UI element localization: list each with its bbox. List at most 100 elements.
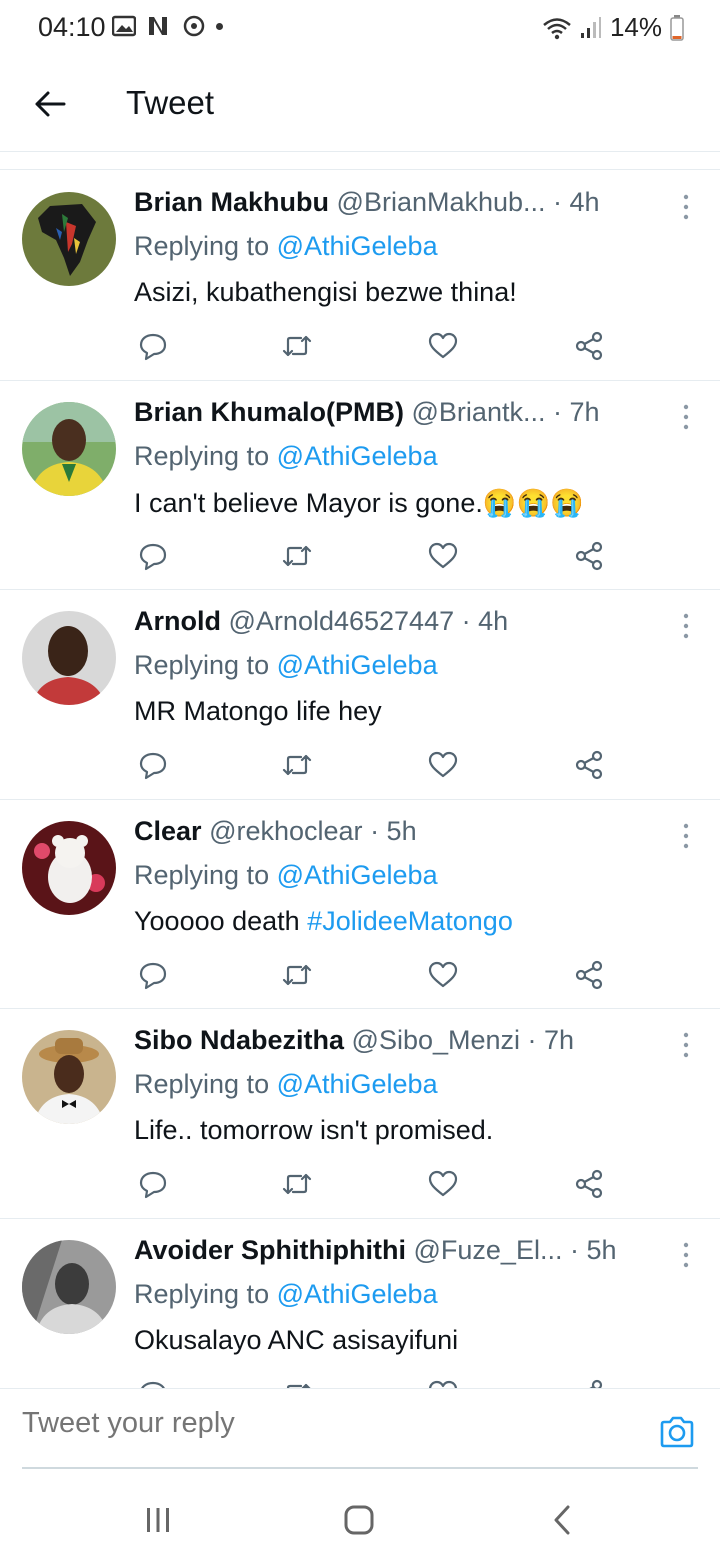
user-name[interactable]: Brian Khumalo(PMB) xyxy=(134,397,404,427)
system-back-button[interactable] xyxy=(540,1498,584,1542)
tweet-item[interactable]: Brian Khumalo(PMB) @Briantk... · 7h Repl… xyxy=(0,381,720,590)
more-options-icon[interactable] xyxy=(680,612,692,640)
gallery-icon xyxy=(112,15,136,37)
user-name[interactable]: Brian Makhubu xyxy=(134,187,329,217)
share-button[interactable] xyxy=(572,539,606,573)
replying-to-mention[interactable]: @AthiGeleba xyxy=(277,650,438,680)
replying-to-mention[interactable]: @AthiGeleba xyxy=(277,441,438,471)
tweet-time: · 5h xyxy=(569,1234,617,1265)
replies-list[interactable]: Brian Makhubu @BrianMakhub... · 4h Reply… xyxy=(0,171,720,1388)
avatar[interactable] xyxy=(22,1239,116,1334)
avatar[interactable] xyxy=(22,1030,116,1124)
tweet-actions xyxy=(134,329,614,363)
tweet-item[interactable]: Avoider Sphithiphithi @Fuze_El... · 5h R… xyxy=(0,1219,720,1388)
status-right: 14% xyxy=(542,12,684,43)
arrow-left-icon xyxy=(35,91,66,117)
replying-to-mention[interactable]: @AthiGeleba xyxy=(277,1069,438,1099)
reply-icon xyxy=(139,543,167,570)
share-icon xyxy=(575,750,603,780)
share-button[interactable] xyxy=(572,748,606,782)
retweet-button[interactable] xyxy=(280,1167,314,1201)
more-options-icon[interactable] xyxy=(680,1241,692,1269)
reply-icon xyxy=(139,962,167,989)
avatar[interactable] xyxy=(22,820,116,915)
share-button[interactable] xyxy=(572,1377,606,1388)
camera-icon[interactable] xyxy=(658,1413,696,1451)
retweet-button[interactable] xyxy=(280,329,314,363)
more-options-icon[interactable] xyxy=(680,822,692,850)
retweet-button[interactable] xyxy=(280,539,314,573)
reply-icon xyxy=(140,1381,166,1388)
avatar[interactable] xyxy=(22,192,116,286)
reply-button[interactable] xyxy=(136,748,170,782)
user-name[interactable]: Sibo Ndabezitha xyxy=(134,1025,344,1055)
hashtag-link[interactable]: #JolideeMatongo xyxy=(307,906,513,936)
replying-to-label: Replying to xyxy=(134,440,277,471)
share-button[interactable] xyxy=(572,1167,606,1201)
user-name[interactable]: Clear xyxy=(134,816,202,846)
tweet-header: Brian Makhubu @BrianMakhub... · 4h xyxy=(134,187,660,218)
more-options-icon[interactable] xyxy=(680,1031,692,1059)
retweet-icon xyxy=(282,754,312,776)
user-handle[interactable]: @Fuze_El... xyxy=(414,1235,563,1265)
home-button[interactable] xyxy=(337,1498,381,1542)
heart-icon xyxy=(428,542,458,568)
user-name[interactable]: Arnold xyxy=(134,606,221,636)
like-button[interactable] xyxy=(426,958,460,992)
heart-icon xyxy=(428,1170,458,1197)
like-button[interactable] xyxy=(426,539,460,573)
recents-button[interactable] xyxy=(136,1498,180,1542)
user-handle[interactable]: @BrianMakhub... xyxy=(337,187,546,217)
replying-to: Replying to @AthiGeleba xyxy=(134,650,438,681)
tweet-item[interactable]: Clear @rekhoclear · 5h Replying to @Athi… xyxy=(0,800,720,1009)
retweet-button[interactable] xyxy=(280,1377,314,1388)
tweet-actions xyxy=(134,958,614,992)
reply-button[interactable] xyxy=(136,958,170,992)
replying-to: Replying to @AthiGeleba xyxy=(134,1069,438,1100)
sync-icon xyxy=(183,15,205,37)
replying-to-label: Replying to xyxy=(134,1069,277,1099)
reply-button[interactable] xyxy=(136,539,170,573)
user-handle[interactable]: @Arnold46527447 xyxy=(229,606,455,636)
reply-button[interactable] xyxy=(136,1167,170,1201)
tweet-actions xyxy=(134,748,614,782)
tweet-time: · 7h xyxy=(527,1025,575,1055)
user-handle[interactable]: @Briantk... xyxy=(412,397,546,427)
like-button[interactable] xyxy=(426,748,460,782)
share-button[interactable] xyxy=(572,329,606,363)
like-button[interactable] xyxy=(426,1167,460,1201)
user-handle[interactable]: @Sibo_Menzi xyxy=(352,1025,521,1055)
like-button[interactable] xyxy=(426,1377,460,1388)
home-icon xyxy=(344,1505,374,1535)
tweet-text: I can't believe Mayor is gone.😭😭😭 xyxy=(134,487,584,518)
like-button[interactable] xyxy=(426,329,460,363)
reply-input[interactable] xyxy=(22,1407,622,1440)
user-name[interactable]: Avoider Sphithiphithi xyxy=(134,1235,406,1265)
reply-button[interactable] xyxy=(136,1377,170,1388)
tweet-item[interactable]: Sibo Ndabezitha @Sibo_Menzi · 7h Replyin… xyxy=(0,1009,720,1219)
replying-to-mention[interactable]: @AthiGeleba xyxy=(277,860,438,890)
tweet-item[interactable]: Brian Makhubu @BrianMakhub... · 4h Reply… xyxy=(0,171,720,381)
status-bar: 04:10 14% xyxy=(0,0,720,58)
share-button[interactable] xyxy=(572,958,606,992)
tweet-time: · 4h xyxy=(553,187,600,217)
reply-button[interactable] xyxy=(136,329,170,363)
more-options-icon[interactable] xyxy=(680,403,692,431)
avatar[interactable] xyxy=(22,401,116,496)
tweet-text: Yooooo death #JolideeMatongo xyxy=(134,906,513,937)
recents-icon xyxy=(147,1508,169,1532)
retweet-button[interactable] xyxy=(280,748,314,782)
retweet-button[interactable] xyxy=(280,958,314,992)
user-handle[interactable]: @rekhoclear xyxy=(209,816,362,846)
battery-icon xyxy=(670,14,684,41)
more-notifications-dot xyxy=(216,22,223,30)
replying-to-mention[interactable]: @AthiGeleba xyxy=(277,1279,438,1309)
heart-icon xyxy=(428,1380,458,1388)
tweet-item[interactable]: Arnold @Arnold46527447 · 4h Replying to … xyxy=(0,590,720,800)
back-button[interactable] xyxy=(30,84,70,124)
replying-to-mention[interactable]: @AthiGeleba xyxy=(277,231,438,261)
netflix-icon xyxy=(149,17,167,35)
tweet-header: Clear @rekhoclear · 5h xyxy=(134,816,660,847)
avatar[interactable] xyxy=(22,611,116,705)
more-options-icon[interactable] xyxy=(680,193,692,221)
